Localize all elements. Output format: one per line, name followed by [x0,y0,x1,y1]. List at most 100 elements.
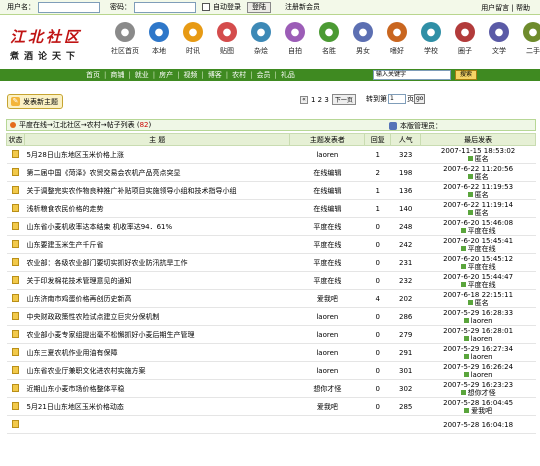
last-post-user[interactable]: 平度在线 [468,281,496,289]
nav-item[interactable]: ● 贴图 [210,20,244,56]
menu-item[interactable]: 房产 [159,70,173,80]
last-post-user[interactable]: 匿名 [475,209,489,217]
last-post-user[interactable]: 匿名 [475,155,489,163]
last-post-user-line: 匿名 [421,209,536,217]
last-post-user[interactable]: 匿名 [475,191,489,199]
topic-title[interactable]: 农业部：各级农业部门要切实抓好农业防汛抗旱工作 [24,253,290,272]
menu-item[interactable]: 会员 [257,70,271,80]
password-input[interactable] [134,1,196,13]
nav-item[interactable]: ● 二手 [516,20,540,56]
nav-item[interactable]: ● 男女 [346,20,380,56]
topic-title[interactable]: 山东济南市鸡蛋价格再创历史新高 [24,289,290,308]
first-page-button[interactable]: « [300,95,308,104]
topic-author[interactable]: 平度在线 [289,235,365,254]
menu-item[interactable]: 就业 [135,70,149,80]
topic-title[interactable]: 5月28日山东地区玉米价格上涨 [24,145,290,164]
topic-author[interactable] [289,415,365,434]
topic-author[interactable]: laoren [289,361,365,380]
page-numbers[interactable]: 1 2 3 [311,96,329,104]
folder-icon [11,203,19,212]
last-post-user[interactable]: 匿名 [475,173,489,181]
last-post-user[interactable]: 爱我吧 [471,407,492,415]
topic-title[interactable] [24,415,290,434]
topic-title[interactable]: 关于调整完实农作物良种推广补贴项目实施领导小组和技术指导小组 [24,181,290,200]
topic-title[interactable]: 5月21日山东地区玉米价格动态 [24,397,290,416]
topic-author[interactable]: 平度在线 [289,217,365,236]
last-post-user[interactable]: 平度在线 [468,263,496,271]
nav-item[interactable]: ● 学校 [414,20,448,56]
nav-item[interactable]: ● 本地 [142,20,176,56]
autologin-checkbox[interactable] [202,3,210,11]
topic-author[interactable]: laoren [289,307,365,326]
nav-item-label: 贴图 [220,47,234,55]
topic-author[interactable]: 在线编辑 [289,181,365,200]
site-logo[interactable]: 江北社区 煮酒论天下 [10,26,100,66]
last-post-user[interactable]: laoren [471,353,493,361]
menu-item[interactable]: 首页 [86,70,100,80]
reply-count: 1 [364,199,391,218]
last-post-user[interactable]: 匿名 [475,299,489,307]
bullet-icon [10,122,16,128]
last-post-user[interactable]: 平度在线 [468,227,496,235]
last-post-user[interactable]: 想你才怪 [468,389,496,397]
nav-item[interactable]: ● 自拍 [278,20,312,56]
view-count: 248 [390,217,421,236]
last-post-user[interactable]: laoren [471,317,493,325]
nav-item[interactable]: ● 社区首页 [108,20,142,56]
view-count: 301 [390,361,421,380]
topic-author[interactable]: 平度在线 [289,253,365,272]
jump-input[interactable]: 1 [388,94,406,104]
new-topic-button[interactable]: ✎ 发表新主题 [7,94,63,109]
login-button[interactable]: 登陆 [247,1,271,13]
last-post: 2007-6-18 22:15:11 匿名 [420,289,536,308]
topic-author[interactable]: 平度在线 [289,271,365,290]
register-link[interactable]: 注册新会员 [285,2,320,12]
table-body: 5月28日山东地区玉米价格上涨 laoren 1 323 2007-11-15 18:5… [6,145,536,434]
topic-title[interactable]: 近期山东小麦市场价格整体平稳 [24,379,290,398]
topic-author[interactable]: laoren [289,145,365,164]
nav-item[interactable]: ● 圈子 [448,20,482,56]
last-post-user-line: 平度在线 [421,227,536,235]
circle-icon: ● [455,22,475,42]
menu-item[interactable]: 礼品 [281,70,295,80]
topic-title[interactable]: 山东省农业厅兼职文化进农村实施方案 [24,361,290,380]
topic-title[interactable]: 农业部小麦专家组提出毫不松懈抓好小麦后期生产管理 [24,325,290,344]
breadcrumb-path[interactable]: 平度在线→江北社区→农村→帖子列表 ( [19,120,140,130]
username-input[interactable] [38,1,100,13]
topic-author[interactable]: 在线编辑 [289,163,365,182]
topic-title[interactable]: 浅析粮食农民价格的走势 [24,199,290,218]
nav-item[interactable]: ● 杂烩 [244,20,278,56]
top-links[interactable]: 用户留言 | 帮助 [481,3,530,13]
topic-title[interactable]: 第二届中国《菏泽》农贸交易会农机产品亮点突显 [24,163,290,182]
topic-author[interactable]: 爱我吧 [289,289,365,308]
topic-title[interactable]: 山东省小麦机收率达本结束 机收率达94．61% [24,217,290,236]
last-post-user[interactable]: laoren [471,371,493,379]
autologin-label: 自动登录 [213,3,241,11]
next-page-button[interactable]: 下一页 [331,94,356,105]
topic-author[interactable]: laoren [289,325,365,344]
topic-title[interactable]: 山东三夏农机作业用油有保障 [24,343,290,362]
nav-item[interactable]: ● 嗜好 [380,20,414,56]
search-input[interactable]: 输入关键字 [373,70,451,80]
last-post-user[interactable]: laoren [471,335,493,343]
folder-icon [11,167,19,176]
go-button[interactable]: go [414,94,426,104]
nav-item[interactable]: ● 时讯 [176,20,210,56]
last-post-time: 2007-6-18 22:15:11 [443,290,514,299]
topic-author[interactable]: laoren [289,343,365,362]
last-post-user[interactable]: 平度在线 [468,245,496,253]
table-row: 第二届中国《菏泽》农贸交易会农机产品亮点突显 在线编辑 2 198 2007-6-22 … [6,163,536,182]
topic-title[interactable]: 中央财政政策性农险试点建立巨灾分保机制 [24,307,290,326]
nav-item[interactable]: ● 名胜 [312,20,346,56]
menu-item[interactable]: 视频 [183,70,197,80]
topic-title[interactable]: 山东要建玉米生产千斤省 [24,235,290,254]
topic-author[interactable]: 想你才怪 [289,379,365,398]
nav-item[interactable]: ● 文学 [482,20,516,56]
topic-author[interactable]: 在线编辑 [289,199,365,218]
search-button[interactable]: 搜索 [455,70,477,80]
menu-item[interactable]: 商铺 [110,70,124,80]
topic-author[interactable]: 爱我吧 [289,397,365,416]
topic-title[interactable]: 关于印发棉花技术管理意见的通知 [24,271,290,290]
menu-item[interactable]: 农村 [232,70,246,80]
menu-item[interactable]: 博客 [208,70,222,80]
